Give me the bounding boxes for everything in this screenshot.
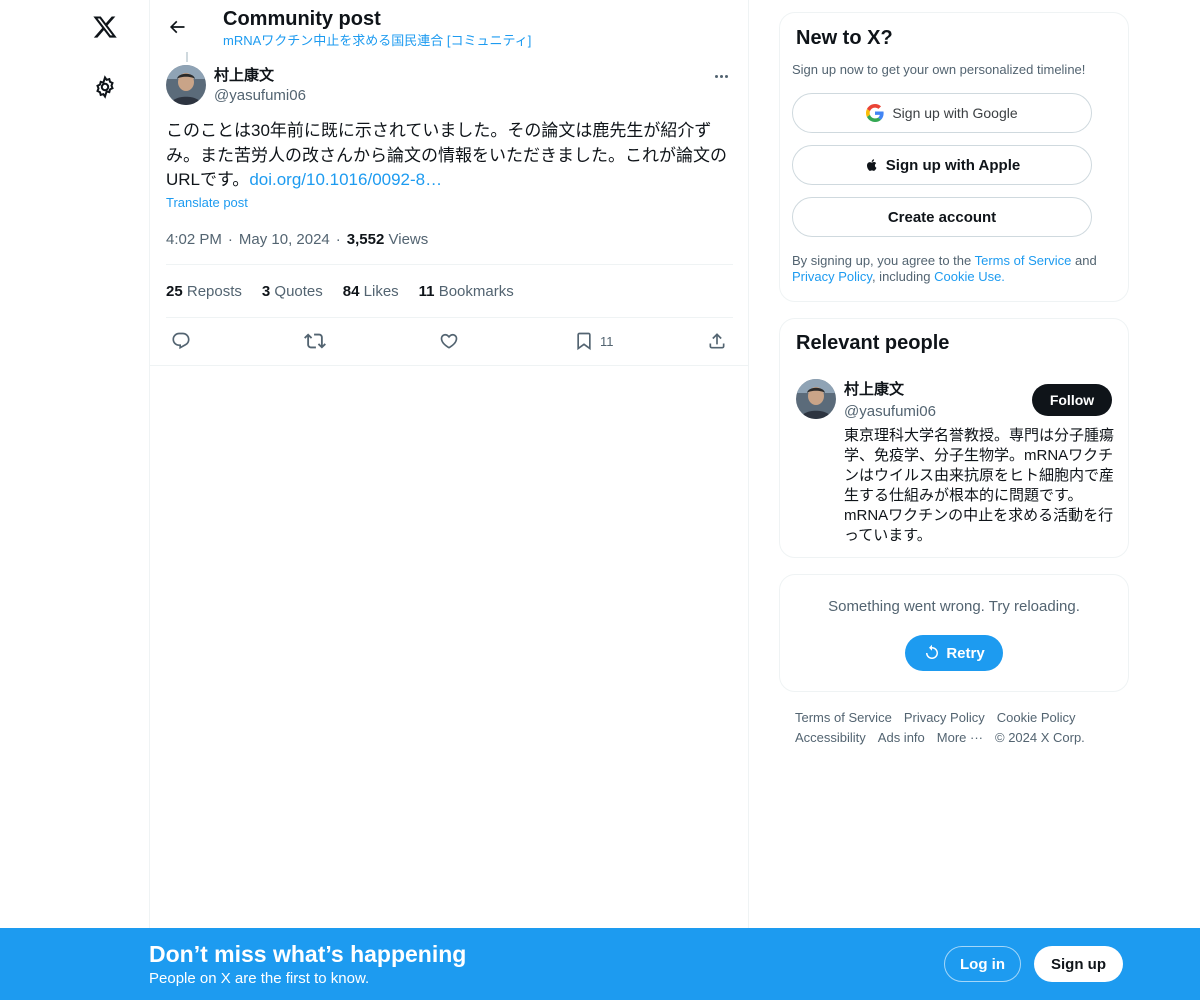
cookie-link[interactable]: Cookie Use. [934, 269, 1005, 284]
footer-cookie-link[interactable]: Cookie Policy [997, 708, 1076, 728]
divider [150, 365, 749, 366]
bottom-banner: Don’t miss what’s happening People on X … [0, 928, 1200, 1000]
main-column: Community post mRNAワクチン中止を求める国民連合 [コミュニテ… [149, 0, 749, 1000]
repost-button[interactable] [304, 328, 326, 354]
signup-button[interactable]: Sign up [1034, 946, 1123, 982]
views-count: 3,552 [346, 231, 385, 248]
signup-google-button[interactable]: Sign up with Google [792, 93, 1092, 133]
reply-button[interactable] [171, 328, 191, 354]
thread-connector [186, 52, 188, 62]
refresh-icon [926, 644, 939, 659]
post-meta: 4:02 PM · May 10, 2024 · 3,552 Views [166, 231, 429, 248]
author-name[interactable]: 村上康文 [214, 66, 274, 86]
login-button[interactable]: Log in [944, 946, 1021, 982]
post-text: このことは30年前に既に示されていました。その論文は鹿先生が紹介ずみ。また苦労人… [166, 119, 733, 193]
person-bio: 東京理科大学名誉教授。専門は分子腫瘍学、免疫学、分子生物学。mRNAワクチンはウ… [844, 427, 1115, 544]
avatar[interactable] [796, 379, 836, 419]
avatar[interactable] [166, 65, 206, 105]
banner-subtitle: People on X are the first to know. [149, 970, 370, 987]
signup-subtitle: Sign up now to get your own personalized… [792, 62, 1086, 77]
follow-button[interactable]: Follow [1032, 384, 1112, 416]
footer-terms-link[interactable]: Terms of Service [795, 708, 892, 728]
footer-ads-link[interactable]: Ads info [878, 728, 925, 748]
post-stats: 25 Reposts 3 Quotes 84 Likes 11 Bookmark… [166, 282, 514, 302]
signup-apple-button[interactable]: Sign up with Apple [792, 145, 1092, 185]
error-card: Something went wrong. Try reloading. Ret… [779, 574, 1129, 692]
page-header: Community post mRNAワクチン中止を求める国民連合 [コミュニテ… [150, 0, 749, 52]
page-title: Community post [223, 8, 381, 30]
person-handle[interactable]: @yasufumi06 [844, 402, 936, 422]
signup-title: New to X? [796, 27, 893, 49]
footer-accessibility-link[interactable]: Accessibility [795, 728, 866, 748]
heart-icon [440, 333, 458, 349]
banner-title: Don’t miss what’s happening [149, 941, 467, 967]
gear-icon[interactable] [89, 70, 121, 104]
footer-links: Terms of Service Privacy Policy Cookie P… [795, 708, 1125, 748]
post-date[interactable]: May 10, 2024 [239, 231, 330, 248]
like-button[interactable] [439, 328, 459, 354]
bookmark-button[interactable]: 11 [574, 328, 614, 354]
share-button[interactable] [707, 328, 727, 354]
terms-link[interactable]: Terms of Service [975, 253, 1072, 268]
google-icon [866, 104, 884, 122]
signup-apple-label: Sign up with Apple [885, 156, 1021, 174]
post-link[interactable]: doi.org/10.1016/0092-8… [249, 170, 442, 189]
footer-copyright: © 2024 X Corp. [995, 730, 1085, 745]
apple-icon [864, 156, 880, 174]
reply-icon [172, 332, 190, 350]
reposts-stat[interactable]: 25 Reposts [166, 282, 242, 302]
bookmarks-stat[interactable]: 11 Bookmarks [419, 282, 514, 302]
repost-icon [304, 333, 326, 349]
divider [166, 264, 733, 265]
relevant-people-title: Relevant people [796, 332, 950, 354]
community-link[interactable]: mRNAワクチン中止を求める国民連合 [コミュニティ] [223, 33, 531, 49]
signup-google-label: Sign up with Google [892, 105, 1018, 121]
more-dots-icon[interactable] [709, 66, 733, 86]
bookmark-icon [577, 332, 591, 351]
share-icon [709, 333, 725, 349]
retry-button[interactable]: Retry [905, 635, 1003, 671]
divider [166, 317, 733, 318]
views-label: Views [388, 231, 429, 248]
signup-card: New to X? Sign up now to get your own pe… [779, 12, 1129, 302]
left-nav [0, 0, 149, 1000]
likes-stat[interactable]: 84 Likes [343, 282, 399, 302]
bookmark-count: 11 [600, 333, 614, 349]
back-button[interactable] [162, 12, 192, 42]
footer-privacy-link[interactable]: Privacy Policy [904, 708, 985, 728]
retry-label: Retry [946, 644, 985, 662]
person-name[interactable]: 村上康文 [844, 380, 904, 400]
footer-more-link[interactable]: More ··· [937, 728, 983, 748]
error-message: Something went wrong. Try reloading. [828, 598, 1080, 615]
x-logo-icon[interactable] [89, 10, 121, 44]
arrow-left-icon [169, 20, 185, 34]
translate-post-link[interactable]: Translate post [166, 195, 248, 211]
privacy-link[interactable]: Privacy Policy [792, 269, 872, 284]
post-time[interactable]: 4:02 PM [166, 231, 222, 248]
post-actions: 11 [166, 328, 733, 354]
quotes-stat[interactable]: 3 Quotes [262, 282, 323, 302]
signup-legal: By signing up, you agree to the Terms of… [792, 253, 1097, 284]
create-account-button[interactable]: Create account [792, 197, 1092, 237]
author-handle[interactable]: @yasufumi06 [214, 86, 306, 106]
relevant-people-card: Relevant people 村上康文 @yasufumi06 Follow … [779, 318, 1129, 558]
